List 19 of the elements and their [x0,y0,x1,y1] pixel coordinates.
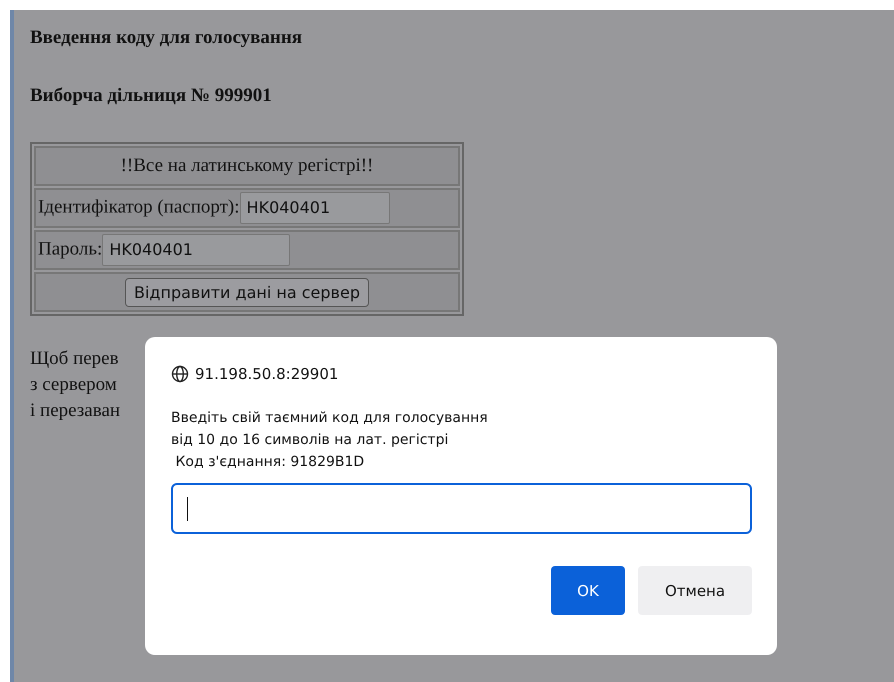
form-notice: !!Все на латинському регістрі!! [34,146,460,186]
dialog-origin: 91.198.50.8:29901 [195,365,338,383]
code-input-field[interactable] [171,483,752,534]
page-subtitle: Виборча дільниця № 999901 [30,84,273,108]
note-text: з сервером [30,373,117,397]
field-label: Ідентифікатор (паспорт): [38,196,240,218]
globe-icon [171,365,189,383]
note-text: і перезаван [30,399,120,423]
note-text: Щоб перев [30,347,119,371]
dialog-message: від 10 до 16 символів на лат. регістрі [171,431,450,450]
submit-button[interactable]: Відправити дані на сервер [125,278,369,306]
page-title: Введення коду для голосування [30,26,304,50]
dialog-message: Введіть свій таємний код для голосування [171,409,489,428]
text-field[interactable]: HK040401 [102,234,290,266]
ok-button[interactable]: OK [551,566,625,615]
text-field[interactable]: HK040401 [240,192,390,224]
dialog-message: Код з'єднання: 91829B1D [174,453,366,472]
cancel-button[interactable]: Отмена [638,566,752,615]
field-label: Пароль: [38,238,102,260]
